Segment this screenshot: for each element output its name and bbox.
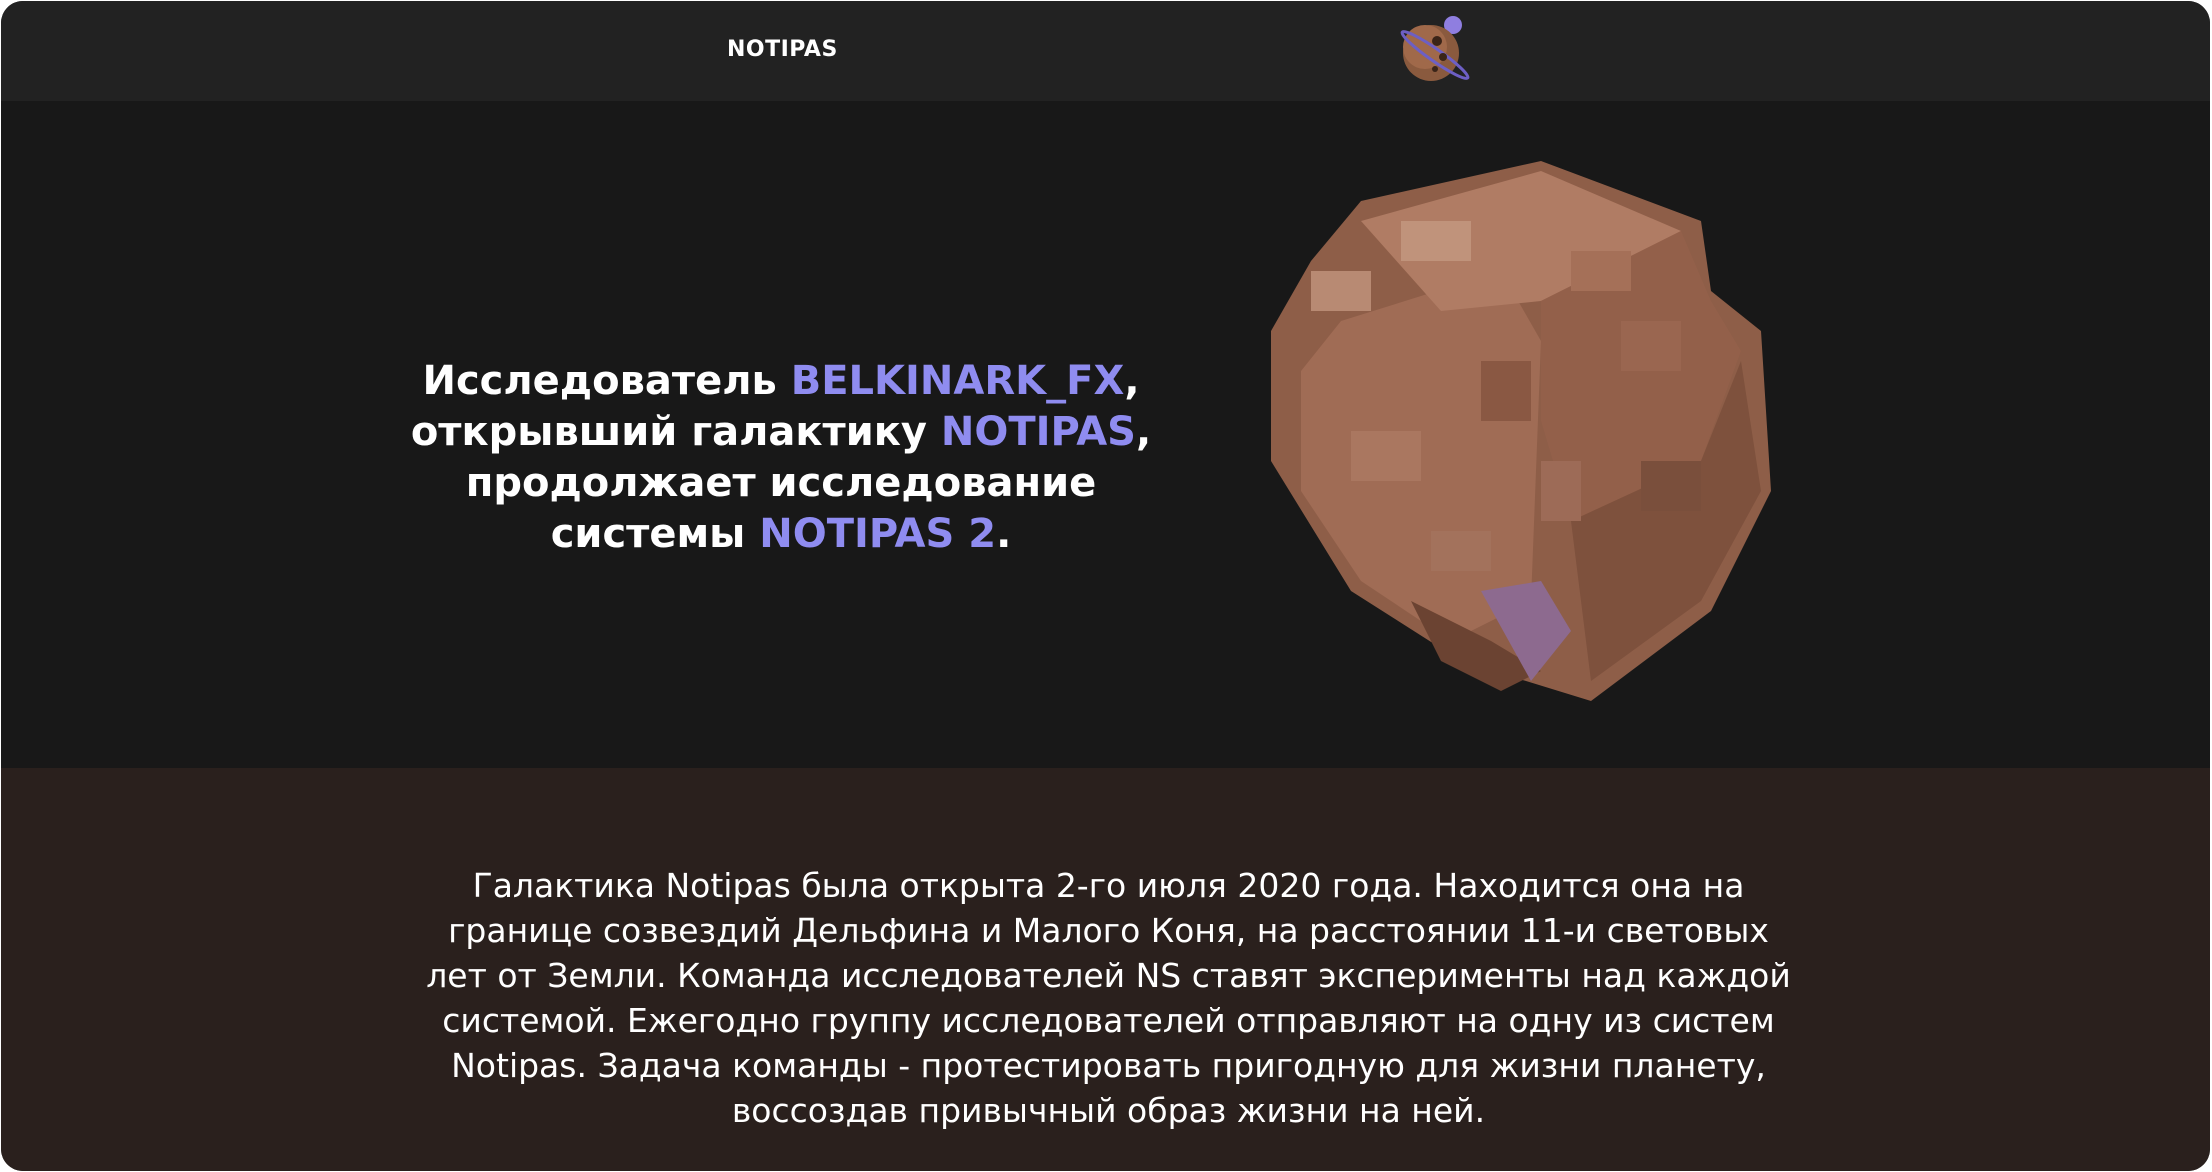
brand-link[interactable]: NOTIPAS bbox=[727, 37, 838, 62]
planet-logo-icon[interactable] bbox=[1391, 11, 1481, 91]
page-frame: NOTIPAS Исследователь BELKINARK_FX, откр… bbox=[1, 1, 2210, 1171]
top-nav: NOTIPAS bbox=[1, 1, 2210, 102]
galaxy-name: NOTIPAS bbox=[940, 408, 1136, 455]
headline-line1: Исследователь BELKINARK_FX, bbox=[422, 357, 1140, 404]
about-section: Галактика Notipas была открыта 2-го июля… bbox=[1, 768, 2210, 1171]
headline-line4: системы NOTIPAS 2. bbox=[550, 510, 1012, 557]
hero-headline: Исследователь BELKINARK_FX, открывший га… bbox=[381, 356, 1181, 560]
headline-line2: открывший галактику NOTIPAS, bbox=[410, 408, 1152, 455]
about-text: Галактика Notipas была открыта 2-го июля… bbox=[426, 866, 1791, 1130]
headline-line3: продолжает исследование bbox=[465, 459, 1097, 506]
voxel-planet-image bbox=[1271, 161, 1771, 701]
system-name: NOTIPAS 2 bbox=[759, 510, 997, 557]
hero-section: Исследователь BELKINARK_FX, открывший га… bbox=[1, 101, 2210, 768]
explorer-name: BELKINARK_FX bbox=[790, 357, 1125, 404]
